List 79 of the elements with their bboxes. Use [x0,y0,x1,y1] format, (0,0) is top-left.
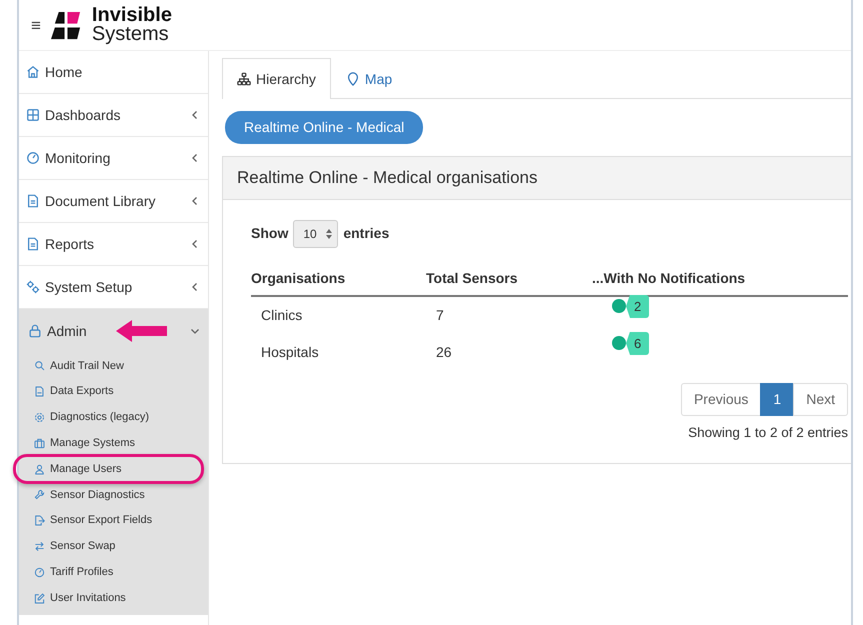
length-label: entries [343,224,390,243]
sidebar-label: Home [45,62,82,82]
submenu-item[interactable]: Sensor Export Fields [19,508,208,534]
table-cell-text: Hospitals [260,342,320,362]
count-badge: 6 [626,332,650,355]
sidebar-item[interactable]: Admin [19,309,208,353]
submenu-label: Audit Trail New [50,358,124,374]
column-header: ...With No Notifications [592,262,848,296]
column-header: Organisations [251,262,426,296]
column-header: Total Sensors [426,262,592,296]
hierarchy-icon [237,72,251,86]
logo-text: Systems [92,25,170,44]
sidebar-label: Reports [45,234,94,254]
search-icon [34,360,45,372]
submenu-label: Sensor Diagnostics [50,488,145,503]
submenu-item[interactable]: Manage Users [19,456,208,482]
logo-text: Invisible [92,6,172,25]
file-export-icon [34,515,45,526]
logo-icon [50,10,82,40]
swap-arrows-icon [34,540,45,552]
submenu-label: Diagnostics (legacy) [50,410,150,426]
breadcrumb-button[interactable]: Realtime Online - Medical [225,111,424,144]
submenu-label: Sensor Export Fields [50,513,152,528]
page-button[interactable]: Next [793,382,848,416]
table-cell-text: 26 [435,342,453,362]
sidebar-item[interactable]: Monitoring [19,137,208,180]
sidebar-item[interactable]: Home [19,51,208,94]
status-dot [612,336,626,350]
submenu-item[interactable]: Sensor Swap [19,534,208,560]
submenu-label: Manage Users [50,462,122,477]
sidebar-label: System Setup [45,278,132,297]
sidebar-item[interactable]: Reports [19,223,208,266]
sidebar-item[interactable]: Document Library [19,180,208,223]
submenu-item[interactable]: User Invitations [19,585,208,611]
table-cell: 7 [426,296,592,334]
gauge-icon [34,566,45,578]
submenu-item[interactable]: Data Exports [19,378,208,405]
submenu-label: User Invitations [50,590,126,606]
wrench-icon [34,489,45,500]
document-icon [26,194,40,208]
page-button[interactable]: 1 [760,382,794,416]
sidebar-label: Document Library [45,192,156,211]
tab[interactable]: Hierarchy [222,58,331,99]
submenu-label: Data Exports [50,384,114,400]
home-icon [26,65,40,79]
submenu-item[interactable]: Diagnostics (legacy) [19,404,208,430]
submenu-label: Tariff Profiles [50,565,114,580]
map-pin-icon [346,72,360,86]
submenu-label: Sensor Swap [50,539,116,554]
sort-arrows-icon [326,228,332,238]
briefcase-icon [34,438,45,449]
submenu-item[interactable]: Sensor Diagnostics [19,482,208,508]
count-badge: 2 [626,294,650,318]
page-size-select[interactable]: 10 [293,220,338,248]
gauge-icon [26,151,40,165]
table-info: Showing 1 to 2 of 2 entries [687,424,848,442]
sidebar-item[interactable]: Dashboards [19,94,208,137]
sidebar-label: Monitoring [45,148,110,168]
gear-icon [34,412,45,423]
grid-icon [26,108,40,122]
submenu-item[interactable]: Audit Trail New [19,353,208,379]
gears-icon [26,280,40,294]
card-title: Realtime Online - Medical organisations [223,157,851,200]
menu-icon[interactable]: ≡ [31,16,41,34]
submenu-item[interactable]: Tariff Profiles [19,559,208,586]
edit-icon [34,592,45,604]
user-icon [34,464,45,475]
table-cell: Clinics [251,296,426,334]
sidebar-label: Admin [47,322,87,340]
submenu-item[interactable]: Manage Systems [19,430,208,456]
sidebar-label: Dashboards [45,106,120,124]
length-label: Show [251,224,288,243]
document-icon [26,237,40,251]
file-icon [34,386,45,398]
status-dot [612,299,626,314]
tab[interactable]: Map [330,58,408,99]
page-button[interactable]: Previous [680,382,762,416]
submenu-label: Manage Systems [50,436,135,452]
lock-icon [28,324,42,338]
